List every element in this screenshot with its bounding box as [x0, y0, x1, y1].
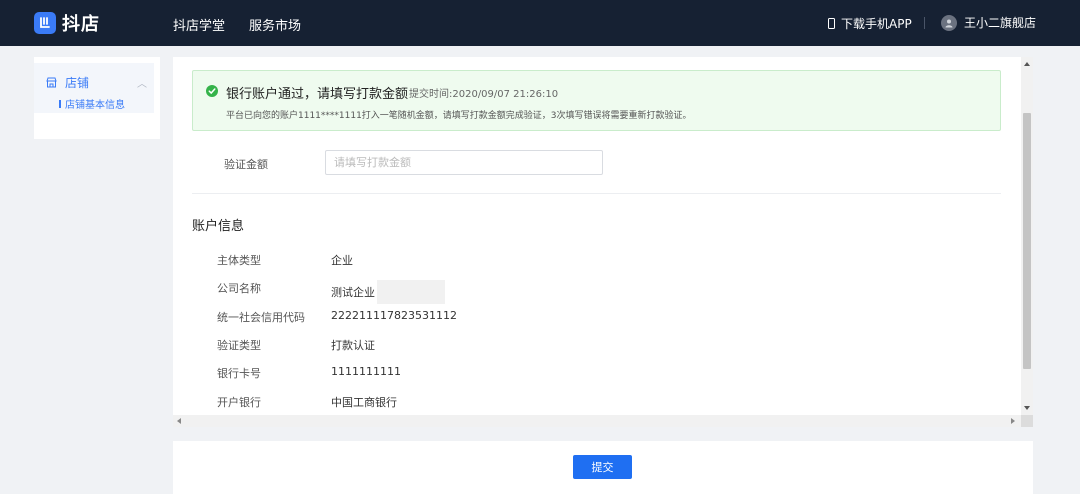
info-row-verify-type: 验证类型 打款认证	[217, 337, 375, 353]
submit-button[interactable]: 提交	[573, 455, 632, 479]
footer-bar: 提交	[173, 441, 1033, 494]
info-value: 1111111111	[331, 365, 401, 378]
header-divider	[924, 17, 925, 29]
check-circle-icon	[206, 85, 218, 97]
nav-academy[interactable]: 抖店学堂	[173, 15, 225, 34]
info-label: 公司名称	[217, 282, 261, 295]
chevron-up-icon[interactable]: ︿	[137, 75, 147, 90]
horizontal-scrollbar[interactable]	[173, 415, 1021, 427]
logo[interactable]: 抖店	[34, 10, 100, 36]
info-row-company-name: 公司名称 测试企业	[217, 280, 445, 304]
vertical-scrollbar[interactable]	[1021, 57, 1033, 415]
info-row-bank: 开户银行 中国工商银行	[217, 394, 397, 410]
info-value: 中国工商银行	[331, 396, 397, 409]
download-app-label: 下载手机APP	[841, 17, 912, 31]
verify-amount-label: 验证金额	[224, 158, 268, 171]
info-label: 验证类型	[217, 339, 261, 352]
sidebar-item-label: 店铺基本信息	[65, 100, 125, 111]
info-label: 开户银行	[217, 396, 261, 409]
success-alert: 银行账户通过，请填写打款金额 提交时间:2020/09/07 21:26:10 …	[192, 70, 1001, 131]
info-label: 银行卡号	[217, 367, 261, 380]
avatar-icon	[941, 14, 957, 31]
alert-description: 平台已向您的账户1111****1111打入一笔随机金额，请填写打款金额完成验证…	[226, 111, 692, 121]
info-label: 主体类型	[217, 254, 261, 267]
info-value: 测试企业	[331, 286, 375, 299]
account-info-title: 账户信息	[192, 219, 245, 234]
scroll-down-icon[interactable]	[1024, 406, 1030, 410]
phone-icon	[828, 18, 835, 29]
section-divider	[192, 193, 1001, 194]
alert-submit-time: 提交时间:2020/09/07 21:26:10	[409, 89, 559, 100]
active-indicator	[59, 99, 61, 108]
info-label: 统一社会信用代码	[217, 311, 305, 324]
sidebar: 店铺 ︿ 店铺基本信息	[34, 57, 160, 139]
info-row-card-number: 银行卡号 1111111111	[217, 365, 401, 381]
redacted-block	[377, 280, 445, 304]
scroll-up-icon[interactable]	[1024, 62, 1030, 66]
user-menu[interactable]: 王小二旗舰店	[941, 14, 1036, 31]
download-app-link[interactable]: 下载手机APP	[828, 15, 912, 32]
logo-icon	[34, 12, 56, 34]
scroll-left-icon[interactable]	[177, 418, 181, 424]
scroll-right-icon[interactable]	[1011, 418, 1015, 424]
sidebar-group-store: 店铺 ︿ 店铺基本信息	[34, 63, 154, 113]
sidebar-group-label: 店铺	[65, 76, 90, 90]
user-name: 王小二旗舰店	[964, 16, 1037, 30]
logo-text: 抖店	[62, 14, 100, 35]
scrollbar-thumb[interactable]	[1023, 113, 1031, 369]
info-row-credit-code: 统一社会信用代码 222211117823531112	[217, 309, 457, 325]
verify-amount-input[interactable]	[325, 150, 603, 175]
top-header: 抖店 抖店学堂 服务市场 下载手机APP 王小二旗舰店	[0, 0, 1080, 46]
store-icon	[46, 77, 57, 88]
scrollbar-corner	[1021, 415, 1033, 427]
alert-title: 银行账户通过，请填写打款金额	[226, 87, 409, 102]
info-value: 222211117823531112	[331, 309, 457, 322]
info-value: 企业	[331, 254, 353, 267]
info-value-wrap: 测试企业	[331, 280, 445, 304]
sidebar-item-store-basic-info[interactable]: 店铺基本信息	[59, 96, 125, 111]
info-row-entity-type: 主体类型 企业	[217, 252, 353, 268]
sidebar-group-header[interactable]: 店铺	[46, 74, 89, 91]
nav-service-market[interactable]: 服务市场	[249, 15, 301, 34]
main-panel: 银行账户通过，请填写打款金额 提交时间:2020/09/07 21:26:10 …	[173, 57, 1021, 415]
info-value: 打款认证	[331, 339, 375, 352]
